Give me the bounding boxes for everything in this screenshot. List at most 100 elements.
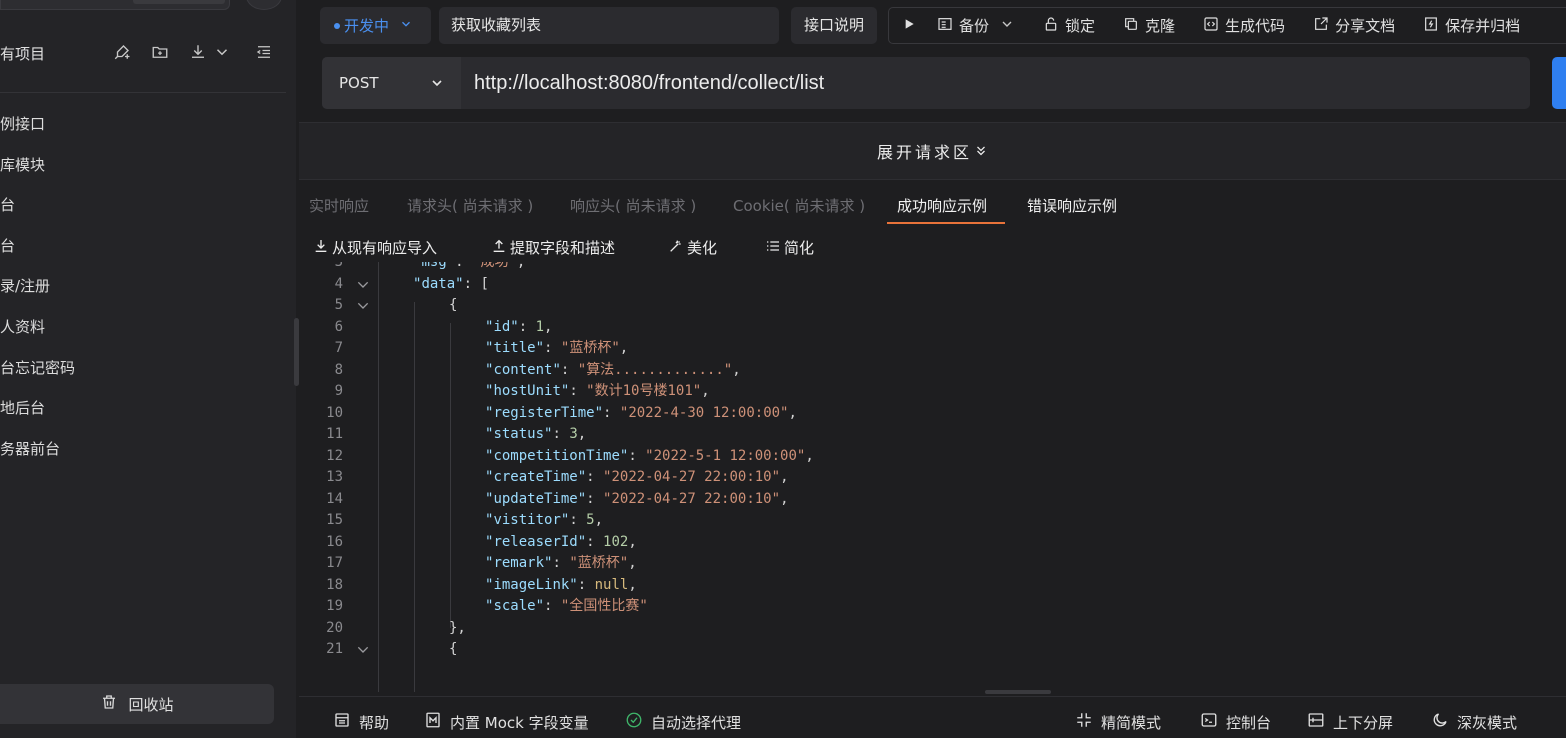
code-editor[interactable]: 3 "msg": "成功", 4 "data": [5{6 "id": 1, 7 "titl… bbox=[299, 262, 1566, 692]
json-key: createTime bbox=[493, 469, 578, 485]
simplify-button[interactable]: 简化 bbox=[765, 237, 814, 258]
import-icon[interactable] bbox=[186, 40, 210, 64]
code-line: 7 "title": "蓝桥杯", bbox=[299, 338, 1566, 360]
sidebar-item[interactable]: 务器前台 bbox=[0, 429, 286, 470]
split-view-button[interactable]: 上下分屏 bbox=[1307, 711, 1393, 733]
tab-response-headers[interactable]: 响应头( 尚未请求 ) bbox=[570, 195, 696, 216]
code-line: 8 "content": "算法.............", bbox=[299, 360, 1566, 382]
json-key: updateTime bbox=[493, 490, 578, 507]
console-button[interactable]: 控制台 bbox=[1200, 711, 1271, 733]
sidebar-item[interactable]: 台 bbox=[0, 226, 286, 267]
sidebar-item[interactable]: 例接口 bbox=[0, 104, 286, 145]
code-text: "remark": "蓝桥杯", bbox=[485, 555, 637, 571]
clone-label: 克隆 bbox=[1145, 17, 1176, 35]
lock-button[interactable]: 锁定 bbox=[1029, 15, 1109, 36]
beautify-button[interactable]: 美化 bbox=[668, 237, 717, 258]
json-key: msg bbox=[421, 262, 447, 270]
tab-error-example[interactable]: 错误响应示例 bbox=[1027, 195, 1117, 216]
status-dot-icon bbox=[334, 22, 340, 29]
code-line: 15 "vistitor": 5, bbox=[299, 510, 1566, 532]
json-key: remark bbox=[493, 555, 545, 571]
generate-code-button[interactable]: 生成代码 bbox=[1189, 15, 1299, 36]
json-value: 2022-5-1 12:00:00 bbox=[653, 447, 797, 464]
tab-realtime-response[interactable]: 实时响应 bbox=[309, 195, 369, 216]
auto-proxy-toggle[interactable]: 自动选择代理 bbox=[625, 711, 741, 733]
simple-mode-button[interactable]: 精简模式 bbox=[1075, 711, 1161, 733]
json-value: 全国性比赛 bbox=[569, 598, 640, 614]
clone-icon bbox=[1123, 16, 1139, 36]
clone-button[interactable]: 克隆 bbox=[1109, 15, 1189, 36]
fold-chevron-icon[interactable] bbox=[355, 278, 371, 292]
backup-dropdown[interactable] bbox=[995, 16, 1029, 36]
sidebar-item[interactable]: 台忘记密码 bbox=[0, 348, 286, 389]
double-chevron-down-icon bbox=[977, 146, 985, 156]
backup-button[interactable]: 备份 bbox=[929, 15, 995, 36]
sidebar-item[interactable]: 台 bbox=[0, 185, 286, 226]
code-text: "id": 1, bbox=[485, 318, 553, 335]
example-actions: 从现有响应导入 提取字段和描述 美化 简化 bbox=[299, 234, 1566, 262]
simple-mode-label: 精简模式 bbox=[1101, 713, 1162, 732]
send-button[interactable] bbox=[1552, 57, 1566, 109]
sidebar-item[interactable]: 库模块 bbox=[0, 145, 286, 186]
chevron-down-icon[interactable] bbox=[210, 40, 234, 64]
sidebar-item[interactable]: 地后台 bbox=[0, 388, 286, 429]
request-header: 开发中 获取收藏列表 接口说明 备份 锁定 克隆 生成代码 分享文档 保存并归档 bbox=[299, 0, 1566, 56]
expand-request-bar[interactable]: 展开请求区 bbox=[299, 122, 1566, 180]
line-number: 6 bbox=[334, 318, 343, 335]
play-icon bbox=[901, 16, 917, 36]
code-line: 9 "hostUnit": "数计10号楼101", bbox=[299, 381, 1566, 403]
share-icon bbox=[1313, 16, 1329, 36]
dark-mode-button[interactable]: 深灰模式 bbox=[1431, 711, 1517, 733]
fold-chevron-icon[interactable] bbox=[355, 299, 371, 313]
share-doc-button[interactable]: 分享文档 bbox=[1299, 15, 1409, 36]
method-select[interactable]: POST bbox=[322, 57, 461, 109]
code-line: 13 "createTime": "2022-04-27 22:00:10", bbox=[299, 467, 1566, 489]
sidebar-title: 有项目 bbox=[0, 45, 46, 63]
collapse-sidebar-icon[interactable] bbox=[252, 40, 276, 64]
url-input[interactable]: http://localhost:8080/frontend/collect/l… bbox=[474, 57, 824, 109]
magic-wand-icon bbox=[668, 238, 684, 258]
code-text: "status": 3, bbox=[485, 426, 587, 442]
list-icon bbox=[765, 238, 781, 258]
help-button[interactable]: 帮助 bbox=[333, 711, 389, 733]
new-api-icon[interactable] bbox=[110, 40, 134, 64]
lock-icon bbox=[1043, 16, 1059, 36]
mock-variables-button[interactable]: 内置 Mock 字段变量 bbox=[424, 711, 589, 733]
recycle-bin-button[interactable]: 回收站 bbox=[0, 684, 274, 724]
editor-scrollbar[interactable] bbox=[985, 690, 1051, 694]
share-doc-label: 分享文档 bbox=[1335, 17, 1396, 35]
code-line: 14 "updateTime": "2022-04-27 22:00:10", bbox=[299, 489, 1566, 511]
moon-icon bbox=[1431, 711, 1449, 733]
code-line: 10 "registerTime": "2022-4-30 12:00:00", bbox=[299, 403, 1566, 425]
sidebar-item[interactable]: 录/注册 bbox=[0, 266, 286, 307]
tab-request-headers[interactable]: 请求头( 尚未请求 ) bbox=[407, 195, 533, 216]
import-response-button[interactable]: 从现有响应导入 bbox=[313, 237, 437, 258]
code-icon bbox=[1203, 16, 1219, 36]
tab-cookie[interactable]: Cookie( 尚未请求 ) bbox=[733, 195, 865, 216]
console-icon bbox=[1200, 711, 1218, 733]
api-name-input[interactable]: 获取收藏列表 bbox=[439, 7, 779, 44]
sidebar-item[interactable]: 人资料 bbox=[0, 307, 286, 348]
save-archive-button[interactable]: 保存并归档 bbox=[1409, 15, 1534, 36]
fold-chevron-icon[interactable] bbox=[355, 643, 371, 657]
line-number: 16 bbox=[326, 533, 343, 550]
backup-icon bbox=[937, 16, 953, 36]
line-number: 11 bbox=[326, 426, 343, 442]
status-dropdown[interactable]: 开发中 bbox=[320, 7, 431, 44]
run-button[interactable] bbox=[889, 16, 929, 36]
code-line: 21 { bbox=[299, 639, 1566, 661]
code-text: "hostUnit": "数计10号楼101", bbox=[485, 383, 710, 399]
json-key: content bbox=[493, 361, 553, 378]
split-view-label: 上下分屏 bbox=[1333, 713, 1394, 732]
new-folder-icon[interactable] bbox=[148, 40, 172, 64]
extract-fields-button[interactable]: 提取字段和描述 bbox=[491, 237, 615, 258]
line-number: 14 bbox=[326, 490, 343, 507]
avatar[interactable] bbox=[246, 0, 282, 10]
json-key: releaserId bbox=[493, 533, 578, 550]
sidebar-search-stub[interactable] bbox=[0, 0, 230, 10]
line-number: 3 bbox=[334, 262, 343, 270]
line-number: 21 bbox=[326, 641, 343, 657]
tab-success-example[interactable]: 成功响应示例 bbox=[897, 195, 987, 216]
api-doc-button[interactable]: 接口说明 bbox=[791, 7, 877, 44]
code-line: 17 "remark": "蓝桥杯", bbox=[299, 553, 1566, 575]
